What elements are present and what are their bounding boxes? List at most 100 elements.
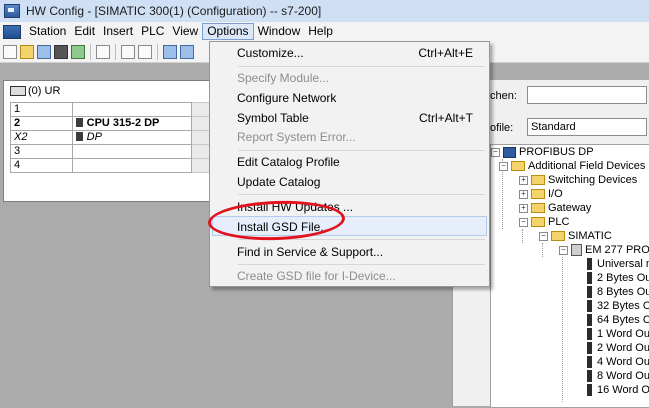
menu-insert[interactable]: Insert [99, 23, 137, 40]
module-cell[interactable] [71, 158, 192, 173]
module-slot-icon [587, 342, 592, 354]
menu-item-label: Report System Error... [237, 130, 356, 144]
rack-row[interactable]: 2 CPU 315-2 DP [10, 116, 211, 131]
module-slot-icon [587, 356, 592, 368]
rack-row[interactable]: 4 [10, 158, 211, 173]
collapse-icon[interactable]: − [491, 147, 500, 157]
menu-plc[interactable]: PLC [137, 23, 168, 40]
module-cell[interactable]: DP [71, 130, 192, 145]
tree-connector [562, 257, 563, 402]
menu-item-update-catalog[interactable]: Update Catalog [212, 172, 487, 192]
menu-item-edit-catalog-profile[interactable]: Edit Catalog Profile [212, 152, 487, 172]
module-slot-icon [587, 258, 592, 270]
folder-icon [531, 175, 545, 185]
slot-number: 3 [10, 144, 73, 159]
menu-item-label: Configure Network [237, 91, 337, 105]
scrollbar-track[interactable] [190, 144, 211, 159]
menu-help[interactable]: Help [304, 23, 337, 40]
slot-number: X2 [10, 130, 73, 145]
tree-item-label: 2 Bytes Ou [597, 272, 649, 284]
upload-icon[interactable] [180, 44, 194, 59]
tree-item-label: 8 Bytes Ou [597, 286, 649, 298]
tree-item-label: SIMATIC [568, 230, 612, 242]
menu-item-report-system-error: Report System Error... [212, 127, 487, 147]
tree-item-module[interactable]: 2 Bytes Ou [587, 271, 649, 285]
menu-item-customize[interactable]: Customize... Ctrl+Alt+E [212, 43, 487, 63]
station-icon [571, 244, 582, 256]
module-cell[interactable]: CPU 315-2 DP [71, 116, 192, 131]
copy-icon[interactable] [121, 44, 135, 59]
tree-item-additional-field-devices[interactable]: − Additional Field Devices [499, 159, 645, 173]
hw-config-app-icon[interactable] [4, 4, 20, 18]
menu-item-symbol-table[interactable]: Symbol Table Ctrl+Alt+T [212, 108, 487, 128]
collapse-icon[interactable]: − [499, 161, 508, 171]
tree-item-em277[interactable]: − EM 277 PROF [559, 243, 649, 257]
document-window-icon[interactable] [3, 24, 21, 39]
rack-row[interactable]: 3 [10, 144, 211, 159]
tree-item-module[interactable]: 32 Bytes O [587, 299, 649, 313]
scrollbar-track[interactable] [190, 130, 211, 145]
print-icon[interactable] [96, 44, 110, 59]
menu-separator [238, 264, 485, 265]
menu-item-shortcut: Ctrl+Alt+E [418, 46, 473, 60]
tree-item-module[interactable]: 1 Word Ou [587, 327, 649, 341]
save-icon[interactable] [54, 44, 68, 59]
network-icon[interactable] [37, 44, 51, 59]
menu-options[interactable]: Options [202, 23, 254, 40]
scroll-up-arrow[interactable] [190, 102, 211, 117]
menu-view[interactable]: View [168, 23, 202, 40]
slot-number: 2 [10, 116, 73, 131]
module-cell[interactable] [71, 102, 192, 117]
expand-icon[interactable]: + [519, 175, 528, 185]
rack-row[interactable]: 1 [10, 102, 211, 117]
menu-item-specify-module: Specify Module... [212, 68, 487, 88]
menu-item-label: Symbol Table [237, 111, 309, 125]
search-label: chen: [490, 90, 517, 102]
tree-item-label: PLC [548, 216, 570, 228]
tree-item-profibus-dp[interactable]: − PROFIBUS DP [491, 145, 594, 159]
module-cell[interactable] [71, 144, 192, 159]
tree-item-label: 4 Word Ou [597, 356, 649, 368]
tree-item-module[interactable]: 16 Word O [587, 383, 649, 397]
tree-item-module[interactable]: Universal m [587, 257, 649, 271]
menu-item-configure-network[interactable]: Configure Network [212, 88, 487, 108]
tree-item-module[interactable]: 64 Bytes O [587, 313, 649, 327]
collapse-icon[interactable]: − [539, 231, 548, 241]
menu-window[interactable]: Window [254, 23, 305, 40]
collapse-icon[interactable]: − [519, 217, 528, 227]
tree-item-module[interactable]: 8 Bytes Ou [587, 285, 649, 299]
paste-icon[interactable] [138, 44, 152, 59]
window-title: HW Config - [SIMATIC 300(1) (Configurati… [26, 4, 322, 18]
tree-connector [522, 229, 523, 243]
rack-row[interactable]: X2 DP [10, 130, 211, 145]
menu-station[interactable]: Station [25, 23, 70, 40]
tree-item-module[interactable]: 2 Word Ou [587, 341, 649, 355]
save-compile-icon[interactable] [71, 44, 85, 59]
collapse-icon[interactable]: − [559, 245, 568, 255]
expand-icon[interactable]: + [519, 203, 528, 213]
tree-item-label: Switching Devices [548, 174, 638, 186]
expand-icon[interactable]: + [519, 189, 528, 199]
profile-select[interactable]: Standard [527, 118, 647, 136]
download-icon[interactable] [163, 44, 177, 59]
menu-item-find-service-support[interactable]: Find in Service & Support... [212, 242, 487, 262]
tree-item-label: EM 277 PROF [585, 244, 649, 256]
toolbar-separator [157, 43, 158, 60]
menu-edit[interactable]: Edit [70, 23, 99, 40]
tree-item-module[interactable]: 8 Word Ou [587, 369, 649, 383]
tree-item-module[interactable]: 4 Word Ou [587, 355, 649, 369]
new-file-icon[interactable] [3, 44, 17, 59]
open-folder-icon[interactable] [20, 44, 34, 59]
menu-separator [238, 194, 485, 195]
tree-item-simatic[interactable]: − SIMATIC [539, 229, 612, 243]
tree-item-plc[interactable]: − PLC [519, 215, 569, 229]
menu-item-label: Customize... [237, 46, 304, 60]
tree-item-io[interactable]: + I/O [519, 187, 563, 201]
tree-item-switching-devices[interactable]: + Switching Devices [519, 173, 637, 187]
rack-title: (0) UR [10, 84, 60, 98]
scroll-down-arrow[interactable] [190, 158, 211, 173]
tree-item-gateway[interactable]: + Gateway [519, 201, 591, 215]
scrollbar-track[interactable] [190, 116, 211, 131]
toolbar-separator [115, 43, 116, 60]
catalog-search-input[interactable] [527, 86, 647, 104]
